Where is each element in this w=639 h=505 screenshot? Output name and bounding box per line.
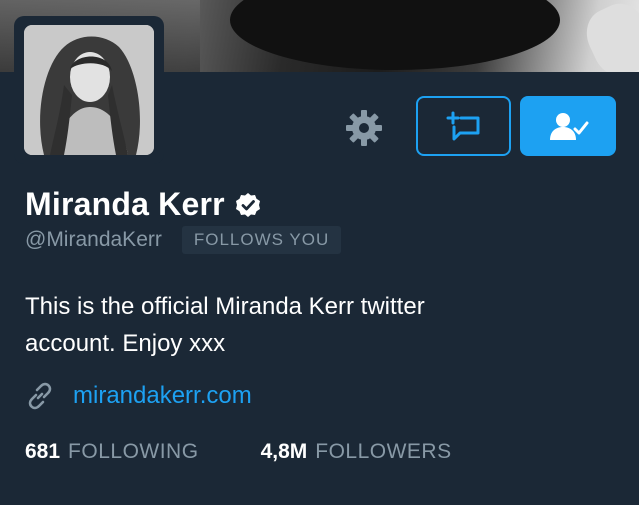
avatar[interactable] bbox=[24, 25, 154, 155]
profile-name-row: Miranda Kerr bbox=[25, 186, 261, 223]
followers-label: FOLLOWERS bbox=[315, 440, 452, 463]
followers-count: 4,8M bbox=[260, 440, 308, 463]
following-label: FOLLOWING bbox=[68, 440, 199, 463]
handle-row: @MirandaKerr FOLLOWS YOU bbox=[25, 226, 342, 254]
user-check-icon bbox=[550, 113, 589, 140]
avatar-frame bbox=[14, 16, 164, 164]
direct-message-button[interactable] bbox=[416, 96, 511, 156]
profile-handle: @MirandaKerr bbox=[25, 228, 162, 251]
followers-stat[interactable]: 4,8M FOLLOWERS bbox=[261, 440, 452, 464]
link-icon bbox=[28, 382, 52, 410]
website-row: mirandakerr.com bbox=[25, 381, 252, 411]
verified-badge-icon bbox=[235, 192, 260, 217]
bio-line: This is the official Miranda Kerr twitte… bbox=[25, 293, 425, 320]
gear-icon bbox=[346, 110, 382, 146]
following-button[interactable] bbox=[520, 96, 616, 156]
bio-line: account. Enjoy xxx bbox=[25, 330, 226, 357]
direct-message-icon bbox=[446, 111, 479, 141]
avatar-portrait-icon bbox=[24, 25, 154, 155]
follows-you-badge: FOLLOWS YOU bbox=[181, 226, 342, 254]
settings-button[interactable] bbox=[344, 108, 384, 148]
following-count: 681 bbox=[25, 440, 61, 463]
banner-hand bbox=[578, 0, 639, 72]
profile-stats: 681 FOLLOWING 4,8M FOLLOWERS bbox=[25, 440, 514, 464]
banner-figure bbox=[230, 0, 560, 70]
following-stat[interactable]: 681 FOLLOWING bbox=[25, 440, 199, 464]
profile-bio: This is the official Miranda Kerr twitte… bbox=[25, 288, 585, 362]
website-link[interactable]: mirandakerr.com bbox=[73, 382, 252, 410]
profile-name: Miranda Kerr bbox=[25, 186, 225, 222]
